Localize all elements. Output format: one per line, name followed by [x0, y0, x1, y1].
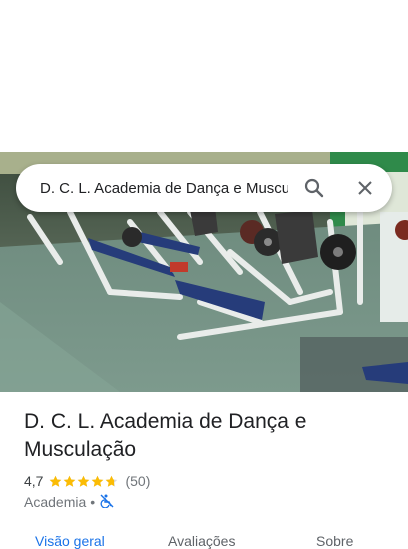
review-count[interactable]: (50) [125, 473, 150, 489]
place-title: D. C. L. Academia de Dança e Musculação [24, 410, 307, 461]
search-icon[interactable] [302, 176, 326, 200]
map-blank-area [0, 0, 408, 152]
no-wheelchair-icon[interactable] [100, 494, 114, 511]
rating-score: 4,7 [24, 473, 44, 489]
category-row: Academia • [24, 493, 114, 511]
star-icon [78, 475, 90, 487]
star-icon [50, 475, 62, 487]
tab-about[interactable]: Sobre [316, 533, 353, 549]
tab-bar: Visão geral Avaliações Sobre [0, 528, 408, 549]
tab-reviews[interactable]: Avaliações [168, 533, 235, 549]
star-rating [49, 475, 119, 488]
search-input[interactable]: D. C. L. Academia de Dança e Musculação [40, 180, 288, 197]
category-label: Academia [24, 494, 87, 510]
rating-row[interactable]: 4,7 (50) [24, 472, 150, 490]
tab-overview[interactable]: Visão geral [35, 533, 105, 549]
search-bar[interactable]: D. C. L. Academia de Dança e Musculação [16, 164, 392, 212]
separator: • [90, 494, 96, 510]
star-icon [64, 475, 76, 487]
star-icon [92, 475, 104, 487]
close-icon[interactable] [353, 176, 377, 200]
star-icon [106, 475, 118, 487]
